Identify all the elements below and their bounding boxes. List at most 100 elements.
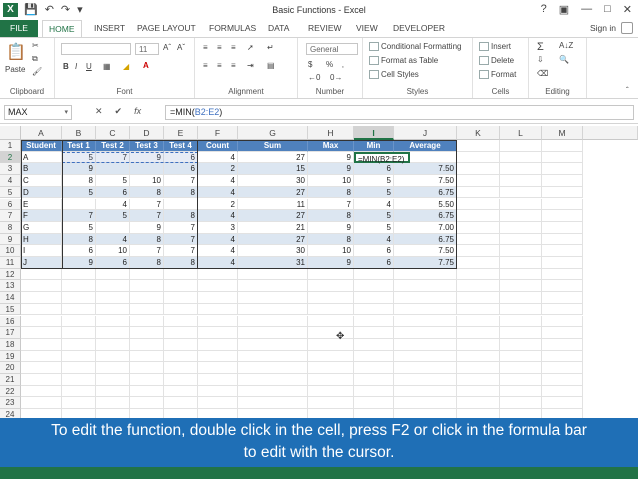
row-header[interactable]: 3 <box>0 163 21 176</box>
empty-cell[interactable] <box>542 163 583 176</box>
empty-cell[interactable] <box>21 327 62 339</box>
empty-cell[interactable] <box>164 292 198 304</box>
empty-cell[interactable] <box>500 210 542 222</box>
empty-cell[interactable] <box>542 268 583 281</box>
fill-icon[interactable]: ⇩ <box>537 55 544 64</box>
empty-cell[interactable] <box>130 268 164 281</box>
column-header[interactable]: L <box>500 126 542 140</box>
empty-cell[interactable] <box>238 338 308 351</box>
empty-cell[interactable] <box>542 151 583 164</box>
table-cell[interactable]: 4 <box>198 233 238 246</box>
empty-cell[interactable] <box>457 198 500 211</box>
empty-cell[interactable] <box>96 397 130 410</box>
table-cell[interactable]: 9 <box>308 257 354 269</box>
empty-cell[interactable] <box>96 280 130 293</box>
table-cell[interactable]: 6 <box>354 163 394 176</box>
cell-styles-button[interactable]: Cell Styles <box>369 70 419 80</box>
empty-cell[interactable] <box>354 350 394 363</box>
active-cell-editor[interactable]: =MIN(B2:E2) <box>354 151 410 164</box>
sign-in-link[interactable]: Sign in <box>590 23 616 33</box>
table-cell[interactable]: 5 <box>354 186 394 199</box>
empty-cell[interactable] <box>130 280 164 293</box>
empty-cell[interactable] <box>457 257 500 269</box>
column-header[interactable]: J <box>394 126 457 140</box>
tab-developer[interactable]: DEVELOPER <box>387 20 451 37</box>
table-cell[interactable]: 7 <box>164 245 198 257</box>
empty-cell[interactable] <box>96 303 130 316</box>
empty-cell[interactable] <box>96 362 130 374</box>
empty-cell[interactable] <box>457 315 500 328</box>
empty-cell[interactable] <box>130 350 164 363</box>
table-cell[interactable]: 9 <box>308 151 354 164</box>
empty-cell[interactable] <box>457 175 500 187</box>
empty-cell[interactable] <box>308 338 354 351</box>
tab-file[interactable]: FILE <box>0 20 38 37</box>
empty-cell[interactable] <box>542 315 583 328</box>
empty-cell[interactable] <box>164 374 198 386</box>
paste-icon[interactable]: 📋 <box>6 42 26 62</box>
empty-cell[interactable] <box>542 245 583 257</box>
table-cell[interactable]: 5 <box>354 221 394 234</box>
row-header[interactable]: 7 <box>0 210 21 222</box>
empty-cell[interactable] <box>500 397 542 410</box>
empty-cell[interactable] <box>164 350 198 363</box>
row-header[interactable]: 18 <box>0 338 21 351</box>
empty-cell[interactable] <box>62 350 96 363</box>
empty-cell[interactable] <box>96 350 130 363</box>
row-header[interactable]: 6 <box>0 198 21 211</box>
table-cell[interactable]: 6.75 <box>394 233 457 246</box>
empty-cell[interactable] <box>164 362 198 374</box>
empty-cell[interactable] <box>457 338 500 351</box>
empty-cell[interactable] <box>394 397 457 410</box>
format-as-table-button[interactable]: Format as Table <box>369 56 438 66</box>
empty-cell[interactable] <box>457 163 500 176</box>
empty-cell[interactable] <box>500 198 542 211</box>
row-header[interactable]: 19 <box>0 350 21 363</box>
table-cell[interactable] <box>96 163 130 176</box>
empty-cell[interactable] <box>394 385 457 398</box>
table-cell[interactable]: 5 <box>62 186 96 199</box>
ribbon-display-icon[interactable]: ▣ <box>559 3 569 16</box>
table-cell[interactable]: D <box>21 186 62 199</box>
empty-cell[interactable] <box>96 315 130 328</box>
table-cell[interactable]: 7.50 <box>394 175 457 187</box>
table-cell[interactable]: 2 <box>198 198 238 211</box>
empty-cell[interactable] <box>164 385 198 398</box>
empty-cell[interactable] <box>354 315 394 328</box>
empty-cell[interactable] <box>21 268 62 281</box>
table-cell[interactable]: 8 <box>164 257 198 269</box>
empty-cell[interactable] <box>457 233 500 246</box>
table-cell[interactable]: A <box>21 151 62 164</box>
table-cell[interactable]: J <box>21 257 62 269</box>
align-center-icon[interactable]: ≡ <box>217 61 222 70</box>
empty-cell[interactable] <box>62 374 96 386</box>
row-header[interactable]: 10 <box>0 245 21 257</box>
decrease-decimal-icon[interactable]: 0→ <box>330 73 342 82</box>
insert-function-icon[interactable]: fx <box>134 106 141 117</box>
empty-cell[interactable] <box>500 233 542 246</box>
empty-cell[interactable] <box>457 397 500 410</box>
cancel-icon[interactable]: ✕ <box>95 106 103 117</box>
chevron-down-icon[interactable]: ▾ <box>64 106 68 119</box>
empty-cell[interactable] <box>542 257 583 269</box>
empty-cell[interactable] <box>96 338 130 351</box>
empty-cell[interactable] <box>457 186 500 199</box>
empty-cell[interactable] <box>542 374 583 386</box>
empty-cell[interactable] <box>457 327 500 339</box>
tab-page-layout[interactable]: PAGE LAYOUT <box>131 20 202 37</box>
empty-cell[interactable] <box>130 315 164 328</box>
empty-cell[interactable] <box>198 327 238 339</box>
format-painter-icon[interactable]: 🖌 <box>32 67 42 76</box>
empty-cell[interactable] <box>238 385 308 398</box>
table-cell[interactable]: 10 <box>96 245 130 257</box>
empty-cell[interactable] <box>542 327 583 339</box>
table-header-cell[interactable]: Student <box>21 140 62 152</box>
empty-cell[interactable] <box>394 327 457 339</box>
column-header[interactable]: H <box>308 126 354 140</box>
empty-cell[interactable] <box>21 397 62 410</box>
table-cell[interactable]: 4 <box>354 233 394 246</box>
empty-cell[interactable] <box>308 385 354 398</box>
table-cell[interactable]: 5.50 <box>394 198 457 211</box>
bold-button[interactable]: B <box>63 62 69 71</box>
empty-cell[interactable] <box>542 186 583 199</box>
